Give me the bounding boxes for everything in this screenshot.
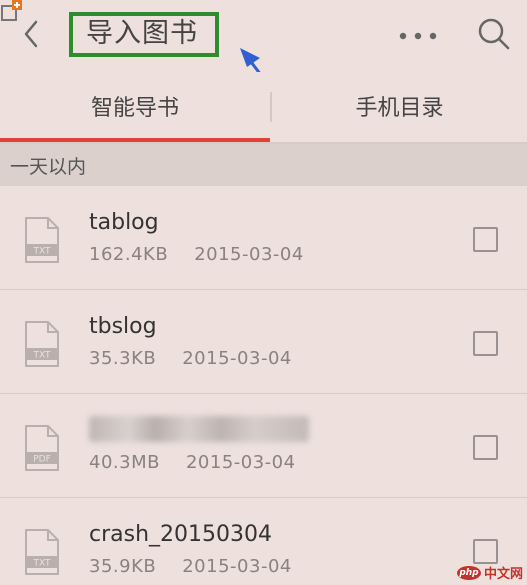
more-button[interactable]: [396, 22, 440, 50]
file-name: tablog: [89, 210, 159, 235]
list-item[interactable]: TXT crash_20150304 35.9KB 2015-03-04: [0, 498, 527, 585]
file-meta: 35.3KB 2015-03-04: [89, 348, 292, 369]
file-checkbox[interactable]: [473, 435, 498, 460]
file-name: crash_20150304: [89, 522, 273, 547]
file-type-label: TXT: [32, 559, 51, 569]
more-dots-icon: [399, 32, 437, 40]
list-item[interactable]: TXT tbslog 35.3KB 2015-03-04: [0, 290, 527, 394]
file-meta: 35.9KB 2015-03-04: [89, 556, 292, 577]
list-item[interactable]: PDF 40.3MB 2015-03-04: [0, 394, 527, 498]
file-name: tbslog: [89, 314, 157, 339]
watermark-logo: php 中文网: [456, 560, 527, 585]
watermark-text: 中文网: [483, 567, 523, 582]
file-date: 2015-03-04: [182, 348, 292, 369]
file-checkbox[interactable]: [473, 227, 498, 252]
file-size: 35.3KB: [89, 348, 157, 369]
file-checkbox[interactable]: [473, 331, 498, 356]
file-size: 40.3MB: [89, 452, 160, 473]
app-header: 导入图书: [0, 0, 527, 72]
file-date: 2015-03-04: [194, 244, 304, 265]
file-date: 2015-03-04: [182, 556, 292, 577]
file-type-label: PDF: [33, 455, 51, 465]
back-button[interactable]: [14, 14, 48, 54]
watermark-badge: php: [456, 565, 481, 580]
document-icon: TXT: [25, 217, 59, 263]
page-title: 导入图书: [86, 18, 198, 49]
chevron-left-icon: [24, 20, 38, 48]
search-button[interactable]: [474, 14, 514, 54]
tab-phone-directory[interactable]: 手机目录: [272, 72, 527, 140]
section-header: 一天以内: [0, 144, 527, 186]
tab-smart-import[interactable]: 智能导书: [0, 72, 270, 140]
file-type-label: TXT: [32, 247, 51, 257]
tab-bar: 智能导书 手机目录: [0, 72, 527, 144]
document-icon: PDF: [25, 425, 59, 471]
list-item[interactable]: TXT tablog 162.4KB 2015-03-04: [0, 186, 527, 290]
search-icon: [478, 18, 510, 50]
document-icon: TXT: [25, 321, 59, 367]
file-size: 35.9KB: [89, 556, 157, 577]
file-meta: 162.4KB 2015-03-04: [89, 244, 304, 265]
document-icon: TXT: [25, 529, 59, 575]
file-size: 162.4KB: [89, 244, 169, 265]
file-meta: 40.3MB 2015-03-04: [89, 452, 296, 473]
blurred-file-name: [89, 416, 309, 442]
file-date: 2015-03-04: [185, 452, 296, 473]
file-type-label: TXT: [32, 351, 51, 361]
active-tab-indicator: [0, 138, 270, 142]
